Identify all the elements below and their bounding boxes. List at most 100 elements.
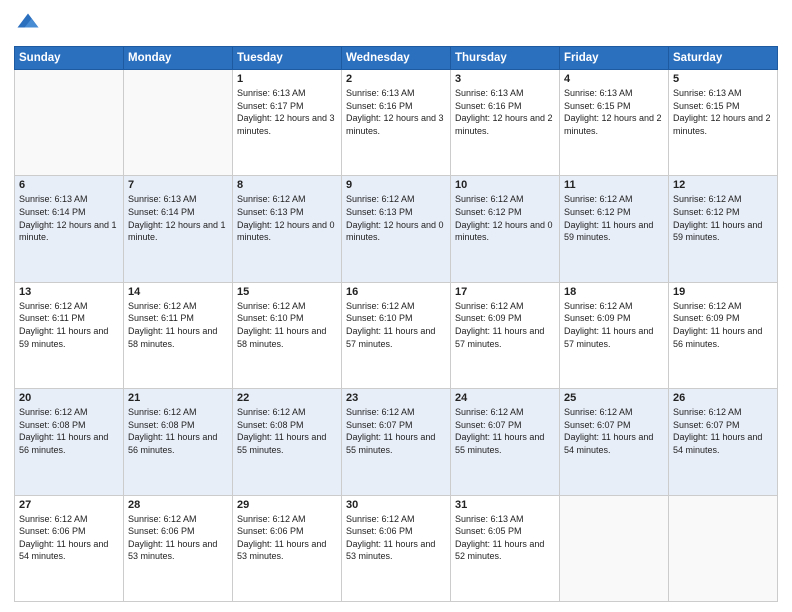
table-row: 18 Sunrise: 6:12 AM Sunset: 6:09 PM Dayli… <box>560 282 669 388</box>
day-info: Sunrise: 6:12 AM Sunset: 6:12 PM Dayligh… <box>673 193 773 243</box>
day-number: 10 <box>455 179 555 191</box>
day-number: 30 <box>346 499 446 511</box>
table-row: 13 Sunrise: 6:12 AM Sunset: 6:11 PM Dayli… <box>15 282 124 388</box>
day-number: 3 <box>455 73 555 85</box>
day-number: 12 <box>673 179 773 191</box>
table-row: 4 Sunrise: 6:13 AM Sunset: 6:15 PM Daylig… <box>560 70 669 176</box>
day-number: 22 <box>237 392 337 404</box>
day-number: 14 <box>128 286 228 298</box>
day-number: 9 <box>346 179 446 191</box>
day-number: 5 <box>673 73 773 85</box>
col-friday: Friday <box>560 47 669 70</box>
day-info: Sunrise: 6:12 AM Sunset: 6:12 PM Dayligh… <box>564 193 664 243</box>
day-info: Sunrise: 6:12 AM Sunset: 6:08 PM Dayligh… <box>19 406 119 456</box>
day-number: 16 <box>346 286 446 298</box>
day-number: 18 <box>564 286 664 298</box>
page: Sunday Monday Tuesday Wednesday Thursday… <box>0 0 792 612</box>
table-row: 29 Sunrise: 6:12 AM Sunset: 6:06 PM Dayli… <box>233 495 342 601</box>
day-info: Sunrise: 6:12 AM Sunset: 6:13 PM Dayligh… <box>237 193 337 243</box>
day-number: 8 <box>237 179 337 191</box>
table-row <box>124 70 233 176</box>
day-info: Sunrise: 6:12 AM Sunset: 6:10 PM Dayligh… <box>346 300 446 350</box>
day-number: 1 <box>237 73 337 85</box>
col-monday: Monday <box>124 47 233 70</box>
calendar-week-row: 13 Sunrise: 6:12 AM Sunset: 6:11 PM Dayli… <box>15 282 778 388</box>
day-info: Sunrise: 6:12 AM Sunset: 6:07 PM Dayligh… <box>346 406 446 456</box>
calendar-week-row: 20 Sunrise: 6:12 AM Sunset: 6:08 PM Dayli… <box>15 389 778 495</box>
day-number: 27 <box>19 499 119 511</box>
calendar-header-row: Sunday Monday Tuesday Wednesday Thursday… <box>15 47 778 70</box>
day-number: 19 <box>673 286 773 298</box>
day-info: Sunrise: 6:12 AM Sunset: 6:10 PM Dayligh… <box>237 300 337 350</box>
day-info: Sunrise: 6:12 AM Sunset: 6:12 PM Dayligh… <box>455 193 555 243</box>
table-row: 16 Sunrise: 6:12 AM Sunset: 6:10 PM Dayli… <box>342 282 451 388</box>
col-saturday: Saturday <box>669 47 778 70</box>
table-row: 15 Sunrise: 6:12 AM Sunset: 6:10 PM Dayli… <box>233 282 342 388</box>
day-info: Sunrise: 6:12 AM Sunset: 6:07 PM Dayligh… <box>564 406 664 456</box>
day-number: 4 <box>564 73 664 85</box>
table-row: 20 Sunrise: 6:12 AM Sunset: 6:08 PM Dayli… <box>15 389 124 495</box>
day-number: 6 <box>19 179 119 191</box>
table-row <box>15 70 124 176</box>
table-row: 27 Sunrise: 6:12 AM Sunset: 6:06 PM Dayli… <box>15 495 124 601</box>
table-row: 26Sunrise: 6:12 AM Sunset: 6:07 PM Dayli… <box>669 389 778 495</box>
day-info: Sunrise: 6:13 AM Sunset: 6:16 PM Dayligh… <box>455 87 555 137</box>
calendar-table: Sunday Monday Tuesday Wednesday Thursday… <box>14 46 778 602</box>
table-row: 31Sunrise: 6:13 AM Sunset: 6:05 PM Dayli… <box>451 495 560 601</box>
day-number: 7 <box>128 179 228 191</box>
day-info: Sunrise: 6:13 AM Sunset: 6:15 PM Dayligh… <box>564 87 664 137</box>
table-row: 14 Sunrise: 6:12 AM Sunset: 6:11 PM Dayli… <box>124 282 233 388</box>
table-row: 23Sunrise: 6:12 AM Sunset: 6:07 PM Dayli… <box>342 389 451 495</box>
day-number: 13 <box>19 286 119 298</box>
table-row: 3 Sunrise: 6:13 AM Sunset: 6:16 PM Daylig… <box>451 70 560 176</box>
table-row: 17 Sunrise: 6:12 AM Sunset: 6:09 PM Dayli… <box>451 282 560 388</box>
table-row: 19Sunrise: 6:12 AM Sunset: 6:09 PM Dayli… <box>669 282 778 388</box>
day-number: 17 <box>455 286 555 298</box>
day-info: Sunrise: 6:12 AM Sunset: 6:09 PM Dayligh… <box>564 300 664 350</box>
day-info: Sunrise: 6:13 AM Sunset: 6:15 PM Dayligh… <box>673 87 773 137</box>
day-info: Sunrise: 6:12 AM Sunset: 6:11 PM Dayligh… <box>128 300 228 350</box>
day-number: 26 <box>673 392 773 404</box>
table-row: 6Sunrise: 6:13 AM Sunset: 6:14 PM Daylig… <box>15 176 124 282</box>
day-number: 20 <box>19 392 119 404</box>
table-row: 7 Sunrise: 6:13 AM Sunset: 6:14 PM Daylig… <box>124 176 233 282</box>
table-row <box>669 495 778 601</box>
header <box>14 10 778 38</box>
day-info: Sunrise: 6:13 AM Sunset: 6:05 PM Dayligh… <box>455 513 555 563</box>
day-info: Sunrise: 6:12 AM Sunset: 6:13 PM Dayligh… <box>346 193 446 243</box>
col-tuesday: Tuesday <box>233 47 342 70</box>
col-wednesday: Wednesday <box>342 47 451 70</box>
table-row: 5 Sunrise: 6:13 AM Sunset: 6:15 PM Daylig… <box>669 70 778 176</box>
day-info: Sunrise: 6:13 AM Sunset: 6:14 PM Dayligh… <box>128 193 228 243</box>
day-info: Sunrise: 6:13 AM Sunset: 6:17 PM Dayligh… <box>237 87 337 137</box>
day-info: Sunrise: 6:13 AM Sunset: 6:16 PM Dayligh… <box>346 87 446 137</box>
day-number: 28 <box>128 499 228 511</box>
col-thursday: Thursday <box>451 47 560 70</box>
day-number: 24 <box>455 392 555 404</box>
calendar-week-row: 6 Sunrise: 6:13 AM Sunset: 6:14 PM Daylig… <box>15 176 778 282</box>
table-row: 24 Sunrise: 6:12 AM Sunset: 6:07 PM Dayli… <box>451 389 560 495</box>
table-row: 22 Sunrise: 6:12 AM Sunset: 6:08 PM Dayli… <box>233 389 342 495</box>
day-number: 29 <box>237 499 337 511</box>
table-row: 21Sunrise: 6:12 AM Sunset: 6:08 PM Dayli… <box>124 389 233 495</box>
day-info: Sunrise: 6:12 AM Sunset: 6:06 PM Dayligh… <box>128 513 228 563</box>
table-row: 1 Sunrise: 6:13 AM Sunset: 6:17 PM Daylig… <box>233 70 342 176</box>
day-info: Sunrise: 6:12 AM Sunset: 6:06 PM Dayligh… <box>19 513 119 563</box>
logo-icon <box>14 10 42 38</box>
day-info: Sunrise: 6:12 AM Sunset: 6:06 PM Dayligh… <box>237 513 337 563</box>
col-sunday: Sunday <box>15 47 124 70</box>
day-info: Sunrise: 6:12 AM Sunset: 6:08 PM Dayligh… <box>237 406 337 456</box>
day-number: 21 <box>128 392 228 404</box>
day-number: 15 <box>237 286 337 298</box>
table-row: 11 Sunrise: 6:12 AM Sunset: 6:12 PM Dayli… <box>560 176 669 282</box>
logo <box>14 10 46 38</box>
day-info: Sunrise: 6:12 AM Sunset: 6:06 PM Dayligh… <box>346 513 446 563</box>
table-row: 2Sunrise: 6:13 AM Sunset: 6:16 PM Daylig… <box>342 70 451 176</box>
day-info: Sunrise: 6:12 AM Sunset: 6:07 PM Dayligh… <box>455 406 555 456</box>
table-row: 28 Sunrise: 6:12 AM Sunset: 6:06 PM Dayli… <box>124 495 233 601</box>
day-info: Sunrise: 6:12 AM Sunset: 6:11 PM Dayligh… <box>19 300 119 350</box>
calendar-week-row: 27 Sunrise: 6:12 AM Sunset: 6:06 PM Dayli… <box>15 495 778 601</box>
calendar-week-row: 1 Sunrise: 6:13 AM Sunset: 6:17 PM Daylig… <box>15 70 778 176</box>
day-info: Sunrise: 6:12 AM Sunset: 6:09 PM Dayligh… <box>455 300 555 350</box>
day-number: 11 <box>564 179 664 191</box>
